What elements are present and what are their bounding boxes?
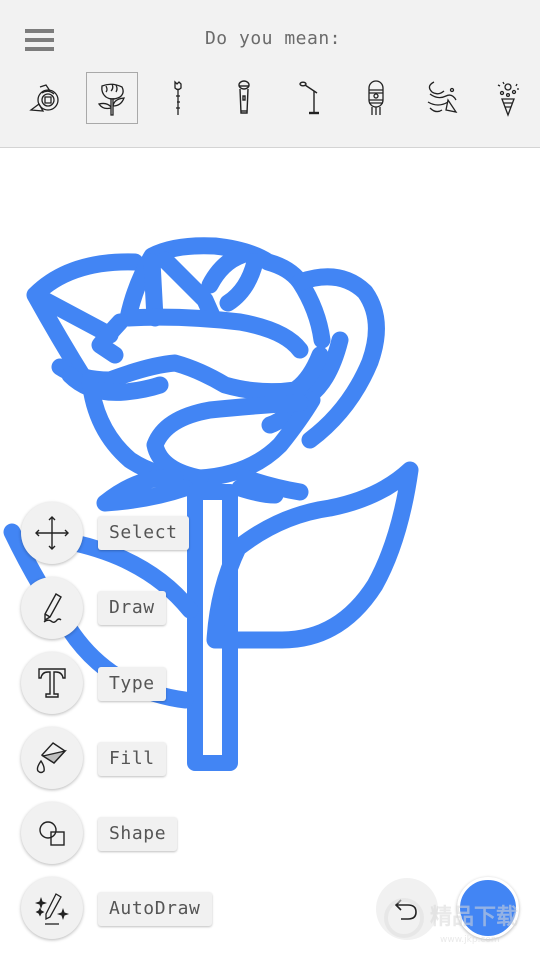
- microphone-icon: [238, 80, 250, 114]
- suggestion-party-popper[interactable]: [482, 72, 534, 124]
- suggestion-rose-bloom[interactable]: [20, 72, 72, 124]
- undo-icon: [394, 899, 417, 920]
- suggestion-bar: Do you mean:: [0, 0, 540, 148]
- paint-bucket-icon: [36, 742, 68, 774]
- rose-with-leaves-icon: [97, 83, 125, 116]
- rose-bloom-icon: [29, 84, 59, 112]
- type-tool-label[interactable]: Type: [98, 667, 166, 701]
- party-popper-icon: [497, 81, 519, 117]
- suggestion-party-streamers[interactable]: [416, 72, 468, 124]
- type-tool-button[interactable]: [21, 652, 83, 714]
- rose-sepal-left: [96, 469, 194, 512]
- suggestion-prompt: Do you mean:: [204, 28, 342, 49]
- suggestion-microphone[interactable]: [218, 72, 270, 124]
- draw-tool-button[interactable]: [21, 577, 83, 639]
- select-tool-button[interactable]: [21, 502, 83, 564]
- select-tool-label[interactable]: Select: [98, 516, 189, 550]
- fill-tool-label[interactable]: Fill: [98, 742, 166, 776]
- suggestion-vintage-microphone[interactable]: [350, 72, 402, 124]
- undo-button[interactable]: [376, 878, 438, 940]
- suggestion-list: [15, 72, 540, 124]
- rose-sepal-right: [231, 469, 309, 504]
- rose-long-stem-icon: [174, 80, 182, 115]
- autodraw-tool-label[interactable]: AutoDraw: [98, 892, 212, 926]
- magic-pencil-icon: [34, 893, 70, 925]
- vintage-microphone-icon: [368, 80, 384, 115]
- text-t-icon: [38, 668, 66, 698]
- suggestion-microphone-stand[interactable]: [284, 72, 336, 124]
- suggestion-rose-with-leaves[interactable]: [86, 72, 138, 124]
- autodraw-tool-button[interactable]: [21, 877, 83, 939]
- shape-tool-label[interactable]: Shape: [98, 817, 178, 851]
- suggestion-rose-long-stem[interactable]: [152, 72, 204, 124]
- fill-tool-button[interactable]: [21, 727, 83, 789]
- draw-tool-label[interactable]: Draw: [98, 591, 166, 625]
- shapes-icon: [39, 821, 65, 846]
- party-streamers-icon: [427, 81, 458, 113]
- move-arrows-icon: [35, 516, 69, 550]
- microphone-stand-icon: [299, 81, 319, 115]
- pencil-icon: [43, 593, 62, 623]
- rose-petal-band: [119, 308, 309, 359]
- rose-petal-inner-1: [143, 246, 264, 327]
- shape-tool-button[interactable]: [21, 802, 83, 864]
- color-picker-button[interactable]: [457, 877, 519, 939]
